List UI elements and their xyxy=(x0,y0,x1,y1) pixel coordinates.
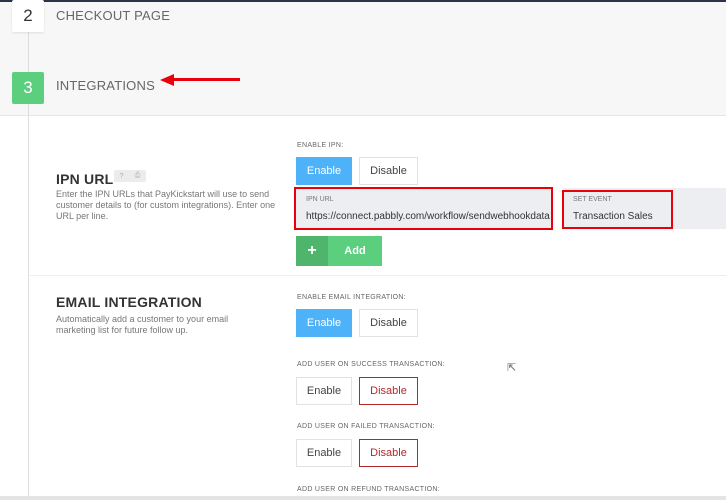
ipn-help-icons[interactable]: ? ⎙ xyxy=(114,170,146,182)
enable-ipn-label: ENABLE IPN: xyxy=(297,142,344,149)
annotation-arrow-icon xyxy=(160,74,240,86)
step-3-badge[interactable]: 3 xyxy=(12,72,44,104)
ipn-disable-button[interactable]: Disable xyxy=(359,157,418,185)
mouse-cursor-icon: ⇱ xyxy=(507,362,517,374)
enable-email-label: ENABLE EMAIL INTEGRATION: xyxy=(297,294,407,301)
plus-icon: + xyxy=(296,236,328,266)
ipn-enable-button[interactable]: Enable xyxy=(296,157,352,185)
success-label: ADD USER ON SUCCESS TRANSACTION: xyxy=(297,361,445,368)
refund-label: ADD USER ON REFUND TRANSACTION: xyxy=(297,486,440,493)
success-enable-button[interactable]: Enable xyxy=(296,377,352,405)
email-title: EMAIL INTEGRATION xyxy=(56,294,202,310)
ipn-title: IPN URL xyxy=(56,171,114,187)
help-icon[interactable]: ? xyxy=(120,173,124,180)
success-disable-button[interactable]: Disable xyxy=(359,377,418,405)
add-label: Add xyxy=(344,245,366,257)
step-2-label[interactable]: CHECKOUT PAGE xyxy=(56,8,170,23)
ipn-description: Enter the IPN URLs that PayKickstart wil… xyxy=(56,189,276,221)
step-2-badge[interactable]: 2 xyxy=(12,0,44,32)
step-3-label[interactable]: INTEGRATIONS xyxy=(56,78,155,93)
annotation-box xyxy=(294,187,553,230)
failed-disable-button[interactable]: Disable xyxy=(359,439,418,467)
email-disable-button[interactable]: Disable xyxy=(359,309,418,337)
add-ipn-button[interactable]: + Add xyxy=(296,236,382,266)
horizontal-scrollbar[interactable] xyxy=(0,496,726,500)
failed-enable-button[interactable]: Enable xyxy=(296,439,352,467)
section-divider xyxy=(30,275,726,276)
video-icon[interactable]: ⎙ xyxy=(135,172,141,180)
failed-label: ADD USER ON FAILED TRANSACTION: xyxy=(297,423,435,430)
annotation-box xyxy=(562,190,673,229)
email-description: Automatically add a customer to your ema… xyxy=(56,314,229,335)
email-enable-button[interactable]: Enable xyxy=(296,309,352,337)
